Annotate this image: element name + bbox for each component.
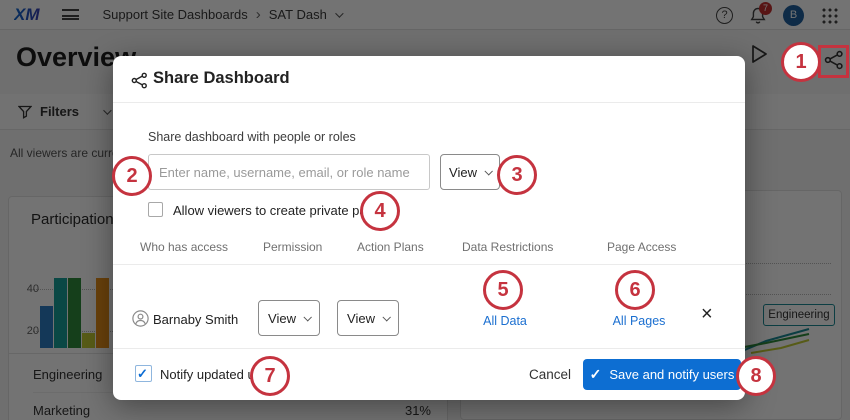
row-action-plans-dropdown[interactable]: View: [337, 300, 399, 336]
dropdown-value: View: [347, 311, 375, 326]
check-icon: ✓: [590, 366, 602, 383]
modal-title: Share Dashboard: [153, 69, 290, 88]
divider: [113, 102, 745, 103]
divider: [113, 348, 745, 349]
save-button-label: Save and notify users: [609, 367, 734, 382]
annotation-circle-7: 7: [250, 356, 290, 396]
annotation-circle-1: 1: [781, 42, 821, 82]
divider: [113, 264, 745, 265]
share-search-input[interactable]: [148, 154, 430, 190]
col-header-data-restrictions: Data Restrictions: [462, 240, 553, 254]
annotation-circle-6: 6: [615, 270, 655, 310]
remove-user-icon[interactable]: ×: [701, 304, 713, 324]
dropdown-value: View: [449, 165, 477, 180]
permission-dropdown[interactable]: View: [440, 154, 500, 190]
col-header-who: Who has access: [140, 240, 228, 254]
page-access-link[interactable]: All Pages: [599, 314, 679, 328]
dropdown-value: View: [268, 311, 296, 326]
annotation-circle-5: 5: [483, 270, 523, 310]
annotation-circle-8: 8: [736, 356, 776, 396]
notify-users-checkbox[interactable]: ✓: [135, 365, 152, 382]
annotation-circle-2: 2: [112, 156, 152, 196]
col-header-permission: Permission: [263, 240, 322, 254]
annotation-highlight-rect: [818, 45, 849, 78]
checkmark-icon: ✓: [137, 366, 148, 381]
row-permission-dropdown[interactable]: View: [258, 300, 320, 336]
user-name: Barnaby Smith: [153, 312, 238, 327]
cancel-button[interactable]: Cancel: [525, 367, 575, 382]
share-dashboard-modal: Share Dashboard Share dashboard with peo…: [113, 56, 745, 400]
private-pages-label: Allow viewers to create private pages: [173, 203, 388, 218]
annotation-circle-3: 3: [497, 155, 537, 195]
save-and-notify-button[interactable]: ✓ Save and notify users: [583, 359, 741, 390]
share-icon: [131, 72, 148, 89]
user-avatar-icon: [132, 310, 149, 327]
chevron-down-icon: [484, 167, 492, 175]
chevron-down-icon: [303, 313, 311, 321]
screenshot-stage: XM Support Site Dashboards › SAT Dash ? …: [0, 0, 850, 420]
col-header-page-access: Page Access: [607, 240, 676, 254]
chevron-down-icon: [382, 313, 390, 321]
share-with-label: Share dashboard with people or roles: [148, 130, 356, 144]
private-pages-checkbox[interactable]: [148, 202, 163, 217]
col-header-action-plans: Action Plans: [357, 240, 424, 254]
annotation-circle-4: 4: [360, 191, 400, 231]
data-restrictions-link[interactable]: All Data: [465, 314, 545, 328]
